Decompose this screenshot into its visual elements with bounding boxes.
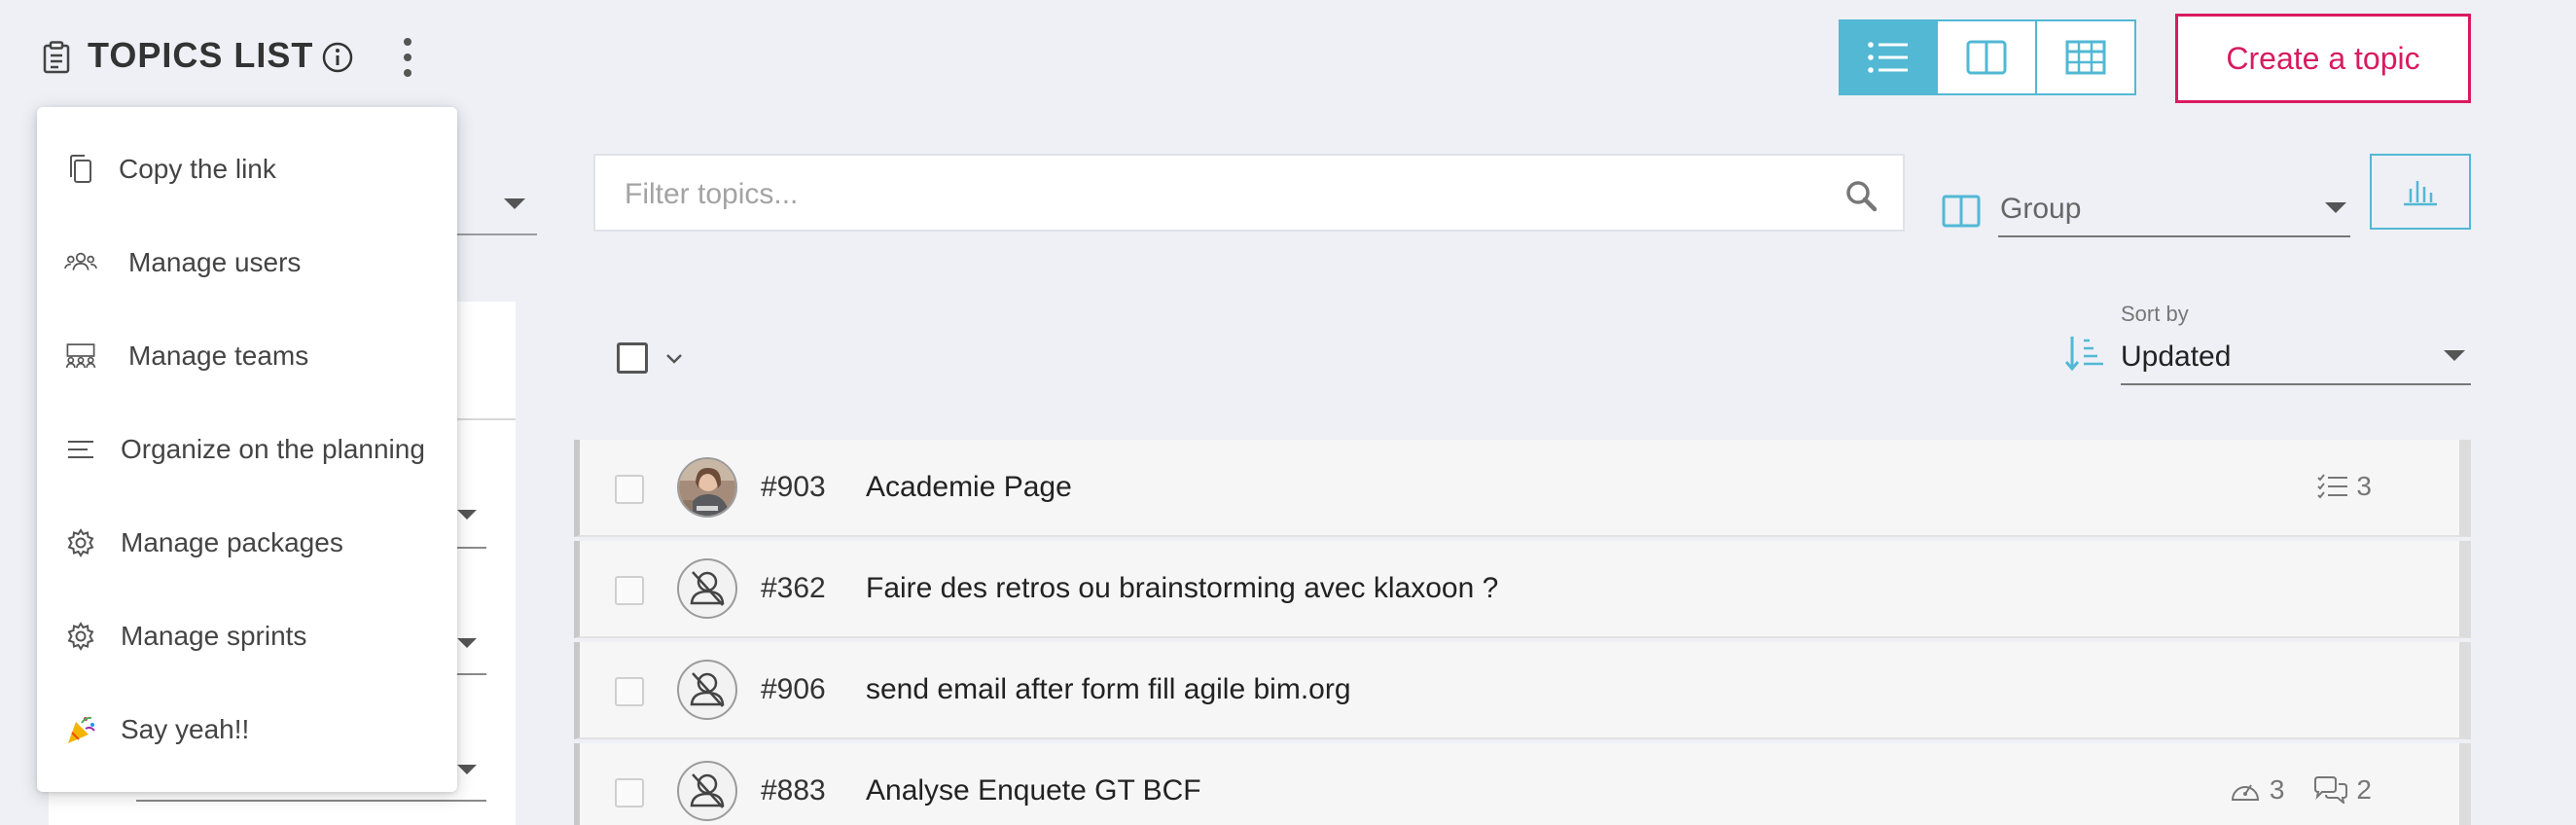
topic-list: #903 Academie Page 3 #362 Faire des retr… — [574, 440, 2471, 825]
checklist-count: 3 — [2317, 471, 2372, 502]
menu-item-label: Organize on the planning — [121, 434, 425, 464]
side-select-underline — [457, 547, 486, 549]
gauge-icon — [2231, 784, 2259, 801]
sort-by-label: Sort by — [2121, 302, 2189, 326]
topic-meta: 3 2 — [2229, 774, 2372, 806]
checklist-icon — [2317, 474, 2348, 499]
comments-icon — [2314, 776, 2348, 804]
side-select-caret[interactable] — [457, 510, 477, 520]
menu-item-manage-users[interactable]: Manage users — [37, 224, 457, 302]
topic-row[interactable]: #362 Faire des retros ou brainstorming a… — [574, 541, 2471, 638]
statistics-button[interactable] — [2370, 154, 2471, 230]
comment-count: 2 — [2313, 774, 2372, 806]
chevron-down-icon — [2444, 350, 2465, 361]
topic-title[interactable]: Academie Page — [866, 471, 1072, 504]
avatar — [677, 558, 737, 619]
topic-title[interactable]: Analyse Enquete GT BCF — [866, 774, 1201, 807]
side-select-underline — [457, 673, 486, 675]
gear-icon — [67, 622, 94, 651]
comment-count-value: 2 — [2356, 774, 2372, 805]
topic-number: #883 — [761, 774, 826, 807]
project-select-caret[interactable] — [504, 198, 525, 209]
party-popper-icon — [68, 716, 95, 743]
group-select[interactable]: Group — [1998, 179, 2350, 237]
page-title: TOPICS LIST — [88, 35, 314, 75]
side-select-underline — [136, 800, 486, 802]
unassigned-user-icon — [690, 773, 725, 808]
topic-row[interactable]: #906 send email after form fill agile bi… — [574, 642, 2471, 739]
menu-item-label: Manage teams — [128, 341, 309, 371]
avatar — [677, 660, 737, 720]
menu-item-label: Copy the link — [119, 154, 276, 184]
menu-item-manage-teams[interactable]: Manage teams — [37, 317, 457, 395]
list-view-button[interactable] — [1839, 19, 1938, 95]
search-icon[interactable] — [1844, 179, 1878, 212]
unassigned-user-icon — [690, 672, 725, 707]
row-checkbox[interactable] — [615, 475, 644, 504]
gear-icon — [67, 528, 94, 557]
topic-title[interactable]: send email after form fill agile bim.org — [866, 673, 1351, 706]
more-options-icon[interactable] — [391, 35, 424, 80]
columns-icon — [1966, 40, 2007, 75]
menu-item-label: Manage sprints — [121, 621, 307, 651]
checklist-count-value: 3 — [2356, 471, 2372, 501]
list-icon — [1868, 42, 1908, 73]
avatar — [677, 457, 737, 518]
users-icon — [64, 252, 97, 270]
topic-row[interactable]: #903 Academie Page 3 — [574, 440, 2471, 537]
menu-item-say-yeah[interactable]: Say yeah!! — [37, 691, 457, 769]
topic-number: #903 — [761, 471, 826, 503]
clipboard-icon — [43, 41, 70, 74]
sort-icon[interactable] — [2064, 333, 2105, 374]
side-select-caret[interactable] — [457, 638, 477, 648]
filter-box — [593, 154, 1905, 232]
sort-select[interactable]: Updated — [2121, 331, 2471, 385]
priority-count-value: 3 — [2269, 774, 2285, 805]
menu-item-organize-planning[interactable]: Organize on the planning — [37, 411, 457, 488]
filter-topics-input[interactable] — [625, 173, 1792, 216]
group-select-value: Group — [2000, 193, 2082, 225]
board-view-button[interactable] — [1938, 19, 2037, 95]
select-all-checkbox[interactable] — [617, 342, 648, 374]
chevron-down-icon — [2325, 202, 2346, 213]
chevron-down-icon[interactable] — [663, 350, 685, 368]
menu-item-copy-link[interactable]: Copy the link — [37, 130, 457, 208]
teams-icon — [65, 343, 96, 369]
row-checkbox[interactable] — [615, 576, 644, 605]
more-options-menu: Copy the link Manage users Manage teams — [37, 107, 457, 792]
menu-item-label: Say yeah!! — [121, 714, 250, 744]
row-checkbox[interactable] — [615, 778, 644, 807]
table-icon — [2065, 40, 2106, 75]
avatar — [677, 761, 737, 821]
topic-row[interactable]: #883 Analyse Enquete GT BCF 3 2 — [574, 743, 2471, 825]
bar-chart-icon — [2404, 181, 2437, 206]
lines-icon — [68, 441, 93, 458]
row-checkbox[interactable] — [615, 677, 644, 706]
topic-number: #906 — [761, 673, 826, 705]
menu-item-manage-sprints[interactable]: Manage sprints — [37, 597, 457, 675]
user-photo-icon — [679, 459, 735, 516]
group-columns-icon — [1942, 195, 1981, 228]
menu-item-manage-packages[interactable]: Manage packages — [37, 504, 457, 582]
copy-icon — [70, 155, 91, 183]
sort-select-value: Updated — [2121, 341, 2232, 373]
priority-count: 3 — [2229, 774, 2285, 806]
menu-item-label: Manage packages — [121, 527, 343, 557]
menu-item-label: Manage users — [128, 247, 302, 277]
side-select-caret[interactable] — [457, 765, 477, 774]
topic-meta: 3 — [2317, 471, 2372, 502]
topic-number: #362 — [761, 572, 826, 604]
topic-title[interactable]: Faire des retros ou brainstorming avec k… — [866, 572, 1498, 605]
table-view-button[interactable] — [2037, 19, 2136, 95]
create-topic-button[interactable]: Create a topic — [2175, 14, 2471, 103]
unassigned-user-icon — [690, 571, 725, 606]
view-toggle — [1839, 19, 2136, 95]
info-icon[interactable] — [321, 41, 354, 74]
